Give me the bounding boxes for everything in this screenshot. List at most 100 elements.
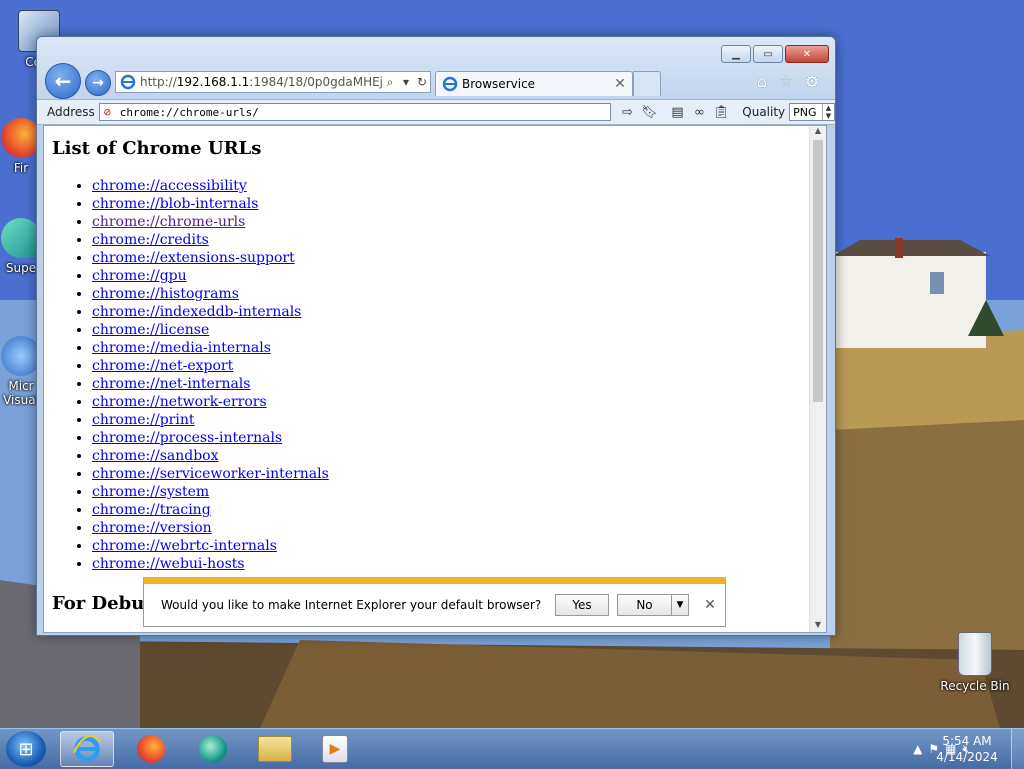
chrome-url-link[interactable]: chrome://print [92, 412, 194, 428]
taskbar-file-explorer[interactable] [248, 731, 302, 767]
default-browser-notification: Would you like to make Internet Explorer… [143, 577, 726, 627]
tab-close-icon[interactable]: ✕ [612, 76, 628, 92]
chrome-url-link[interactable]: chrome://sandbox [92, 448, 219, 464]
taskbar-app-green[interactable] [186, 731, 240, 767]
maximize-button[interactable]: ▭ [753, 45, 783, 63]
url-prefix: http:// [140, 75, 177, 89]
taskbar-clock[interactable]: 5:54 AM 4/14/2024 [932, 733, 1002, 765]
tray-expand-icon[interactable]: ▲ [913, 742, 922, 756]
firefox-icon [137, 735, 165, 763]
quality-label: Quality [742, 105, 786, 119]
spinner-icon[interactable]: ▲ ▼ [821, 104, 834, 120]
notification-message: Would you like to make Internet Explorer… [161, 598, 542, 612]
list-item: chrome://net-export [92, 357, 812, 375]
windows-logo-icon: ⊞ [18, 738, 34, 760]
no-options-dropdown[interactable]: ▼ [671, 594, 689, 616]
minimize-button[interactable]: ▁ [721, 45, 751, 63]
chrome-url-link[interactable]: chrome://blob-internals [92, 196, 258, 212]
chrome-url-link[interactable]: chrome://network-errors [92, 394, 267, 410]
chrome-url-link[interactable]: chrome://serviceworker-internals [92, 466, 329, 482]
chrome-url-link[interactable]: chrome://chrome-urls [92, 214, 245, 230]
chrome-url-link[interactable]: chrome://license [92, 322, 209, 338]
chrome-url-link[interactable]: chrome://system [92, 484, 209, 500]
url-bar[interactable]: http://192.168.1.1:1984/18/0p0gdaMHEjFQc… [115, 71, 431, 93]
page-title: List of Chrome URLs [52, 138, 262, 159]
gear-icon[interactable]: ⚙ [803, 73, 821, 91]
browservice-toolbar: Address ⊘ chrome://chrome-urls/ ⇨ 🔖︎ ▤ ∞… [37, 99, 835, 125]
search-icon[interactable]: ⌕ [382, 75, 398, 90]
home-icon[interactable]: ⌂ [753, 73, 771, 91]
clock-time: 5:54 AM [942, 734, 992, 748]
page-content: List of Chrome URLs chrome://accessibili… [43, 125, 827, 633]
notification-close-icon[interactable]: ✕ [701, 597, 719, 613]
taskbar-media-player[interactable]: ▶ [308, 731, 362, 767]
chrome-url-list: chrome://accessibility chrome://blob-inte… [52, 177, 812, 573]
chrome-url-link[interactable]: chrome://credits [92, 232, 209, 248]
start-button[interactable]: ⊞ [6, 731, 46, 767]
list-item: chrome://credits [92, 231, 812, 249]
address-input[interactable]: ⊘ chrome://chrome-urls/ [98, 103, 611, 121]
visual-studio-shortcut-icon [1, 336, 41, 376]
list-item: chrome://net-internals [92, 375, 812, 393]
chrome-url-link[interactable]: chrome://media-internals [92, 340, 271, 356]
tab-browservice[interactable]: Browservice ✕ [435, 71, 633, 96]
list-item: chrome://tracing [92, 501, 812, 519]
bookmarks-list-icon[interactable]: ▤ [669, 103, 687, 121]
chrome-url-link[interactable]: chrome://extensions-support [92, 250, 295, 266]
chrome-url-link[interactable]: chrome://net-internals [92, 376, 250, 392]
refresh-icon[interactable]: ↻ [414, 75, 430, 89]
new-tab-button[interactable] [633, 71, 661, 96]
no-button[interactable]: No [617, 594, 671, 616]
favorites-star-icon[interactable]: ☆ [777, 73, 795, 91]
media-player-icon: ▶ [322, 735, 348, 763]
scrollbar-thumb[interactable] [813, 140, 823, 402]
taskbar-internet-explorer[interactable] [60, 731, 114, 767]
back-button[interactable]: ← [45, 63, 81, 99]
taskbar-firefox[interactable] [124, 731, 178, 767]
clipboard-icon[interactable]: 📋︎ [712, 103, 730, 121]
chrome-url-link[interactable]: chrome://net-export [92, 358, 233, 374]
desktop-icon-recycle-bin[interactable]: Recycle Bin [938, 632, 1012, 693]
address-value: chrome://chrome-urls/ [119, 105, 259, 119]
quality-select[interactable]: PNG ▲ ▼ [789, 103, 835, 121]
chrome-url-link[interactable]: chrome://accessibility [92, 178, 247, 194]
list-item: chrome://accessibility [92, 177, 812, 195]
quality-value: PNG [793, 105, 817, 119]
chrome-url-link[interactable]: chrome://tracing [92, 502, 211, 518]
close-button[interactable]: ✕ [785, 45, 829, 63]
list-item: chrome://webrtc-internals [92, 537, 812, 555]
tab-title: Browservice [462, 77, 536, 91]
chrome-url-link[interactable]: chrome://version [92, 520, 212, 536]
clock-date: 4/14/2024 [936, 750, 998, 764]
firefox-shortcut-icon [1, 118, 41, 158]
caret-down-icon: ▼ [676, 600, 684, 610]
maximize-icon: ▭ [763, 48, 773, 60]
scroll-up-icon[interactable]: ▲ [810, 126, 826, 138]
list-item: chrome://chrome-urls [92, 213, 812, 231]
chrome-url-link[interactable]: chrome://histograms [92, 286, 239, 302]
vertical-scrollbar[interactable]: ▲ ▼ [809, 126, 826, 632]
list-item: chrome://blob-internals [92, 195, 812, 213]
close-icon: ✕ [802, 48, 812, 60]
chrome-url-link[interactable]: chrome://indexeddb-internals [92, 304, 301, 320]
list-item: chrome://sandbox [92, 447, 812, 465]
browser-window: ▁ ▭ ✕ ← → http://192.168.1.1:1984/18/0p0… [36, 36, 836, 636]
go-arrow-icon[interactable]: ⇨ [619, 103, 637, 121]
find-binoculars-icon[interactable]: ∞ [690, 103, 708, 121]
forward-button[interactable]: → [85, 70, 111, 96]
show-desktop-button[interactable] [1011, 729, 1024, 769]
chevron-down-icon[interactable]: ▾ [398, 75, 414, 89]
arrow-left-icon: ← [54, 69, 72, 93]
bookmark-icon[interactable]: 🔖︎ [641, 103, 659, 121]
app-swirl-icon [199, 735, 227, 763]
chrome-url-link[interactable]: chrome://webui-hosts [92, 556, 245, 572]
chrome-url-link[interactable]: chrome://process-internals [92, 430, 282, 446]
list-item: chrome://system [92, 483, 812, 501]
list-item: chrome://version [92, 519, 812, 537]
chrome-url-link[interactable]: chrome://gpu [92, 268, 187, 284]
scroll-down-icon[interactable]: ▼ [810, 620, 826, 632]
chrome-url-link[interactable]: chrome://webrtc-internals [92, 538, 277, 554]
yes-button[interactable]: Yes [555, 594, 609, 616]
list-item: chrome://gpu [92, 267, 812, 285]
ie-icon [442, 76, 458, 92]
